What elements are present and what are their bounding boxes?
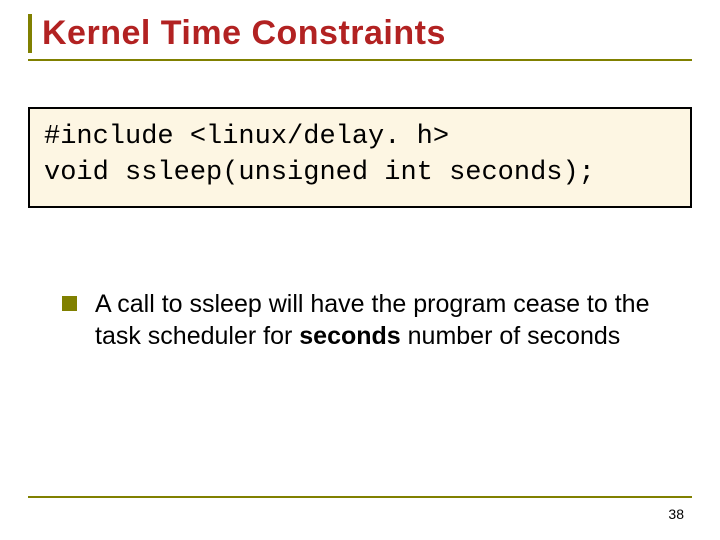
- code-line-1: #include <linux/delay. h>: [44, 119, 676, 155]
- page-number: 38: [668, 506, 684, 522]
- bullet-bold1: seconds: [299, 322, 400, 350]
- bullet-text: A call to ssleep will have the program c…: [95, 288, 684, 353]
- title-divider: [28, 59, 692, 61]
- square-bullet-icon: [62, 296, 77, 311]
- title-accent-bar: Kernel Time Constraints: [28, 14, 692, 53]
- bottom-divider: [28, 496, 692, 498]
- bullet-item: A call to ssleep will have the program c…: [28, 288, 692, 353]
- code-line-2: void ssleep(unsigned int seconds);: [44, 155, 676, 191]
- bullet-part2: number of seconds: [401, 322, 621, 350]
- slide-title: Kernel Time Constraints: [42, 14, 692, 53]
- code-block: #include <linux/delay. h> void ssleep(un…: [28, 107, 692, 208]
